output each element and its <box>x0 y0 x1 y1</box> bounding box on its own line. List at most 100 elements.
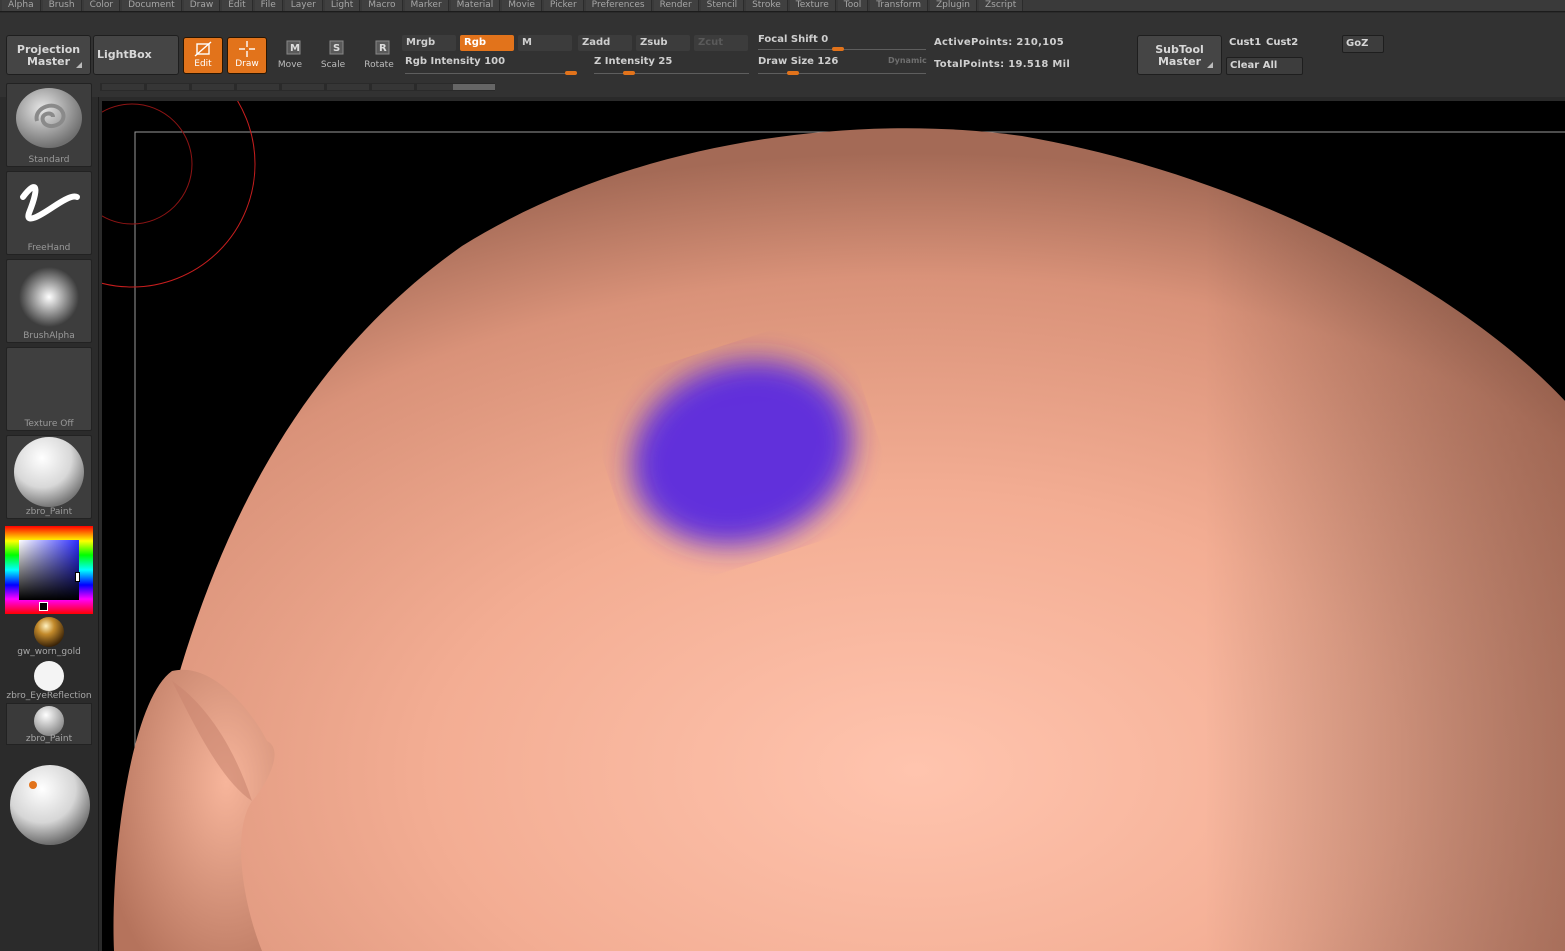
head-model[interactable] <box>102 101 1565 951</box>
focal-shift-slider[interactable]: Focal Shift 0 <box>758 34 926 54</box>
scale-label: Scale <box>320 60 346 70</box>
m-button[interactable]: M <box>518 35 572 51</box>
color-picker[interactable] <box>5 526 93 614</box>
menu-item-texture[interactable]: Texture <box>789 0 836 11</box>
menu-item-preferences[interactable]: Preferences <box>585 0 652 11</box>
navigation-sphere-icon[interactable] <box>10 765 92 847</box>
rgb-intensity-track <box>405 73 577 74</box>
active-points-value: 210,105 <box>1016 37 1065 48</box>
saturation-value-square[interactable] <box>19 540 79 600</box>
z-intensity-value: 25 <box>658 56 673 67</box>
dynamic-toggle[interactable]: Dynamic <box>888 56 927 65</box>
gold-material-sphere-icon[interactable] <box>34 617 64 647</box>
menu-item-movie[interactable]: Movie <box>502 0 542 11</box>
focal-shift-knob[interactable] <box>832 47 844 51</box>
menu-item-zplugin[interactable]: Zplugin <box>930 0 978 11</box>
alpha-slot[interactable]: BrushAlpha <box>6 259 92 343</box>
standard-brush-icon <box>16 88 82 148</box>
material-slot-label: zbro_Paint <box>25 507 73 517</box>
svg-text:M: M <box>290 43 300 54</box>
focal-shift-label: Focal Shift <box>758 34 818 45</box>
z-intensity-slider[interactable]: Z Intensity 25 <box>594 56 749 76</box>
rgb-intensity-slider[interactable]: Rgb Intensity 100 <box>405 56 577 76</box>
canvas-viewport[interactable] <box>102 101 1565 951</box>
menu-item-zscript[interactable]: Zscript <box>979 0 1024 11</box>
head-shading <box>122 128 1565 951</box>
shelf-scroll-thumb[interactable] <box>453 84 495 90</box>
rotate-button[interactable]: R Rotate <box>359 37 399 74</box>
scale-button[interactable]: S Scale <box>313 37 353 74</box>
stroke-slot-label: FreeHand <box>27 243 71 253</box>
material-slot[interactable]: zbro_Paint <box>6 435 92 519</box>
rgb-intensity-value: 100 <box>484 56 506 67</box>
cust2-button[interactable]: Cust2 <box>1263 35 1303 53</box>
material-gold-label: gw_worn_gold <box>17 647 81 657</box>
menu-item-color[interactable]: Color <box>83 0 121 11</box>
eye-reflection-material-icon[interactable] <box>34 661 64 691</box>
draw-size-knob[interactable] <box>786 71 799 75</box>
brush-cursor-inner-ring <box>102 103 193 225</box>
rgb-intensity-label: Rgb Intensity <box>405 56 481 67</box>
menu-item-stroke[interactable]: Stroke <box>746 0 788 11</box>
active-points-label: ActivePoints: <box>934 37 1013 48</box>
scale-icon: S <box>313 37 353 59</box>
draw-label: Draw <box>235 59 259 69</box>
total-points-label: TotalPoints: <box>934 59 1005 70</box>
cust1-button[interactable]: Cust1 <box>1226 35 1263 53</box>
clear-all-button[interactable]: Clear All <box>1226 57 1303 75</box>
goz-button[interactable]: GoZ <box>1342 35 1384 53</box>
brush-cursor-outer-ring <box>102 101 256 288</box>
material-paint-label: zbro_Paint <box>25 734 73 744</box>
secondary-color-swatch[interactable] <box>39 602 48 611</box>
svg-text:S: S <box>333 43 340 54</box>
menu-item-picker[interactable]: Picker <box>543 0 584 11</box>
draw-icon <box>228 38 266 60</box>
color-selector-marker[interactable] <box>75 572 80 582</box>
draw-button[interactable]: Draw <box>227 37 267 74</box>
rgb-button[interactable]: Rgb <box>460 35 514 51</box>
subtool-master-button[interactable]: SubTool Master <box>1137 35 1222 75</box>
subtool-master-expand-icon <box>1207 62 1213 68</box>
menu-item-document[interactable]: Document <box>122 0 182 11</box>
move-button[interactable]: M Move <box>270 37 310 74</box>
zcut-button[interactable]: Zcut <box>694 35 748 51</box>
menu-item-tool[interactable]: Tool <box>837 0 869 11</box>
menu-item-marker[interactable]: Marker <box>404 0 449 11</box>
mrgb-button[interactable]: Mrgb <box>402 35 456 51</box>
menu-bar: Alpha Brush Color Document Draw Edit File Layer… <box>0 0 1565 12</box>
menu-item-light[interactable]: Light <box>324 0 361 11</box>
rgb-intensity-knob[interactable] <box>565 71 577 75</box>
edit-label: Edit <box>194 59 212 69</box>
projection-master-expand-icon <box>76 62 82 68</box>
edit-button[interactable]: Edit <box>183 37 223 74</box>
menu-item-stencil[interactable]: Stencil <box>700 0 745 11</box>
menu-item-draw[interactable]: Draw <box>183 0 221 11</box>
menu-item-file[interactable]: File <box>254 0 283 11</box>
menu-item-brush[interactable]: Brush <box>42 0 82 11</box>
alpha-slot-label: BrushAlpha <box>23 331 75 341</box>
zsub-button[interactable]: Zsub <box>636 35 690 51</box>
texture-slot[interactable]: Texture Off <box>6 347 92 431</box>
draw-size-slider[interactable]: Draw Size 126 Dynamic <box>758 56 927 76</box>
zadd-button[interactable]: Zadd <box>578 35 632 51</box>
lightbox-button[interactable]: LightBox <box>93 35 179 75</box>
stroke-slot[interactable]: FreeHand <box>6 171 92 255</box>
draw-size-label: Draw Size <box>758 56 814 67</box>
menu-item-material[interactable]: Material <box>450 0 501 11</box>
menu-item-alpha[interactable]: Alpha <box>2 0 41 11</box>
menu-item-transform[interactable]: Transform <box>870 0 928 11</box>
menu-item-edit[interactable]: Edit <box>222 0 253 11</box>
brush-slot[interactable]: Standard <box>6 83 92 167</box>
z-intensity-knob[interactable] <box>622 71 635 75</box>
menu-item-render[interactable]: Render <box>653 0 699 11</box>
brush-slot-label: Standard <box>28 155 70 165</box>
projection-master-button[interactable]: Projection Master <box>6 35 91 75</box>
material-paint-slot[interactable]: zbro_Paint <box>6 703 92 745</box>
z-intensity-label: Z Intensity <box>594 56 655 67</box>
paint-material-sphere-icon <box>34 706 64 736</box>
rotate-label: Rotate <box>364 60 394 70</box>
menu-item-macro[interactable]: Macro <box>362 0 403 11</box>
menu-item-layer[interactable]: Layer <box>284 0 323 11</box>
shelf-scrollbar[interactable] <box>100 83 495 91</box>
move-icon: M <box>270 37 310 59</box>
